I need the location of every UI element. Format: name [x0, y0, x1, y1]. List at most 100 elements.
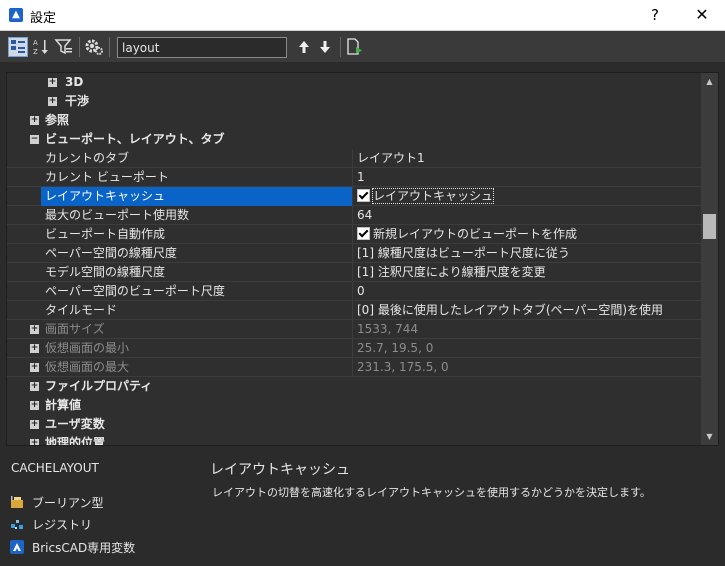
bricscad-icon	[10, 540, 24, 554]
next-match-button[interactable]	[315, 37, 335, 57]
category-label: 計算値	[45, 398, 82, 412]
property-row-paper-linetype-scale[interactable]: ペーパー空間の線種尺度 [1] 線種尺度はビューポート尺度に従う	[7, 244, 703, 263]
toolbar-separator	[79, 37, 80, 57]
help-button[interactable]: ?	[640, 4, 670, 26]
property-value: 231.3, 175.5, 0	[357, 360, 449, 374]
legend-label: レジストリ	[32, 518, 93, 532]
category-computed-values[interactable]: + 計算値	[7, 396, 703, 415]
expand-plus-icon[interactable]: +	[30, 344, 39, 353]
checkbox-label: 新規レイアウトのビューポートを作成	[373, 227, 578, 241]
category-file-properties[interactable]: + ファイルプロパティ	[7, 377, 703, 396]
category-label: 参照	[45, 113, 70, 127]
auto-viewport-checkbox[interactable]	[357, 227, 370, 240]
collapse-minus-icon[interactable]: −	[30, 135, 39, 144]
property-value[interactable]: [0] 最後に使用したレイアウトタブ(ペーパー空間)を使用	[357, 301, 663, 320]
category-label: 地理的位置	[45, 436, 106, 446]
expand-plus-icon[interactable]: +	[30, 401, 39, 410]
tree-view-icon	[11, 40, 25, 53]
property-value[interactable]: 新規レイアウトのビューポートを作成	[357, 225, 577, 244]
property-label: ペーパー空間のビューポート尺度	[41, 282, 353, 301]
property-label: ビューポート自動作成	[41, 225, 353, 244]
category-label: ビューポート、レイアウト、タブ	[45, 132, 225, 146]
registry-icon	[10, 517, 24, 531]
expand-plus-icon[interactable]: +	[30, 420, 39, 429]
category-3d[interactable]: + 3D	[7, 73, 703, 92]
category-geographic-location[interactable]: + 地理的位置	[7, 434, 703, 446]
svg-text:A: A	[33, 39, 38, 47]
property-value[interactable]: [1] 注釈尺度により線種尺度を変更	[357, 263, 546, 282]
boolean-type-icon	[10, 495, 24, 509]
scrollbar-thumb[interactable]	[703, 214, 716, 239]
previous-match-button[interactable]	[294, 37, 314, 57]
category-label: ユーザ変数	[45, 417, 105, 431]
category-reference[interactable]: + 参照	[7, 111, 703, 130]
property-value: 1533, 744	[357, 322, 419, 336]
export-button[interactable]	[345, 37, 365, 57]
layout-cache-checkbox[interactable]	[357, 189, 370, 202]
legend-bricscad: BricsCAD専用変数	[10, 539, 135, 557]
legend-label: ブーリアン型	[32, 496, 104, 510]
legend-registry: レジストリ	[10, 516, 92, 534]
property-label: カレントのタブ	[41, 149, 353, 168]
window-title: 設定	[30, 11, 57, 26]
settings-button[interactable]	[84, 37, 104, 57]
property-value: 25.7, 19.5, 0	[357, 341, 434, 355]
title-bar: ▲ 設定 ? ✕	[0, 0, 725, 31]
search-input[interactable]	[117, 37, 287, 58]
legend-label: BricsCAD専用変数	[32, 541, 136, 555]
property-tree[interactable]: + 3D + 干渉 + 参照 − ビューポート、レイアウト、タブ カレントのタブ…	[6, 72, 719, 446]
checkbox-label: レイアウトキャッシュ	[371, 188, 495, 204]
property-row-screen-size[interactable]: + 画面サイズ 1533, 744	[7, 320, 703, 339]
toolbar-separator	[340, 37, 341, 57]
property-row-current-viewport[interactable]: カレント ビューポート 1	[7, 168, 703, 187]
category-viewport-layout-tabs[interactable]: − ビューポート、レイアウト、タブ	[7, 130, 703, 149]
property-value[interactable]: レイアウト1	[357, 149, 425, 168]
property-label: 最大のビューポート使用数	[41, 206, 353, 225]
property-label: 仮想画面の最大	[41, 358, 353, 377]
property-row-max-viewports[interactable]: 最大のビューポート使用数 64	[7, 206, 703, 225]
property-row-tile-mode[interactable]: タイルモード [0] 最後に使用したレイアウトタブ(ペーパー空間)を使用	[7, 301, 703, 320]
property-row-model-linetype-scale[interactable]: モデル空間の線種尺度 [1] 注釈尺度により線種尺度を変更	[7, 263, 703, 282]
property-row-virtual-screen-max[interactable]: + 仮想画面の最大 231.3, 175.5, 0	[7, 358, 703, 377]
category-interference[interactable]: + 干渉	[7, 92, 703, 111]
expand-plus-icon[interactable]: +	[30, 382, 39, 391]
category-user-variables[interactable]: + ユーザ変数	[7, 415, 703, 434]
expand-plus-icon[interactable]: +	[30, 116, 39, 125]
app-icon: ▲	[9, 8, 23, 22]
property-value[interactable]: 64	[357, 206, 372, 225]
property-label: 仮想画面の最小	[41, 339, 353, 358]
scroll-down-arrow-icon[interactable]: ▼	[701, 428, 718, 445]
category-label: 干渉	[65, 94, 90, 108]
property-value[interactable]: レイアウトキャッシュ	[357, 187, 495, 206]
filter-button[interactable]	[54, 37, 74, 57]
legend-boolean: ブーリアン型	[10, 494, 104, 512]
expand-plus-icon[interactable]: +	[30, 439, 39, 445]
sort-az-icon: A Z	[33, 39, 48, 56]
arrow-down-icon	[320, 41, 330, 53]
alphabetical-sort-button[interactable]: A Z	[32, 37, 52, 57]
property-row-auto-viewport[interactable]: ビューポート自動作成 新規レイアウトのビューポートを作成	[7, 225, 703, 244]
property-value[interactable]: 0	[357, 282, 365, 301]
category-label: ファイルプロパティ	[45, 379, 153, 393]
property-row-layout-cache[interactable]: レイアウトキャッシュ レイアウトキャッシュ	[7, 187, 703, 206]
svg-text:Z: Z	[33, 48, 38, 56]
property-row-current-tab[interactable]: カレントのタブ レイアウト1	[7, 149, 703, 168]
property-value[interactable]: 1	[357, 168, 365, 187]
expand-plus-icon[interactable]: +	[48, 97, 57, 106]
property-row-virtual-screen-min[interactable]: + 仮想画面の最小 25.7, 19.5, 0	[7, 339, 703, 358]
scroll-up-arrow-icon[interactable]: ▲	[701, 73, 718, 90]
expand-plus-icon[interactable]: +	[30, 363, 39, 372]
property-value[interactable]: [1] 線種尺度はビューポート尺度に従う	[357, 244, 570, 263]
property-label: タイルモード	[41, 301, 353, 320]
property-label: ペーパー空間の線種尺度	[41, 244, 353, 263]
vertical-scrollbar[interactable]: ▲ ▼	[701, 73, 718, 445]
expand-plus-icon[interactable]: +	[48, 78, 57, 87]
export-document-icon	[347, 38, 362, 55]
category-label: 3D	[65, 75, 84, 89]
categorized-view-button[interactable]	[8, 37, 28, 57]
close-button[interactable]: ✕	[684, 4, 720, 26]
gear-icon	[85, 39, 103, 55]
property-row-paper-viewport-scale[interactable]: ペーパー空間のビューポート尺度 0	[7, 282, 703, 301]
expand-plus-icon[interactable]: +	[30, 325, 39, 334]
property-label: 画面サイズ	[41, 320, 353, 339]
